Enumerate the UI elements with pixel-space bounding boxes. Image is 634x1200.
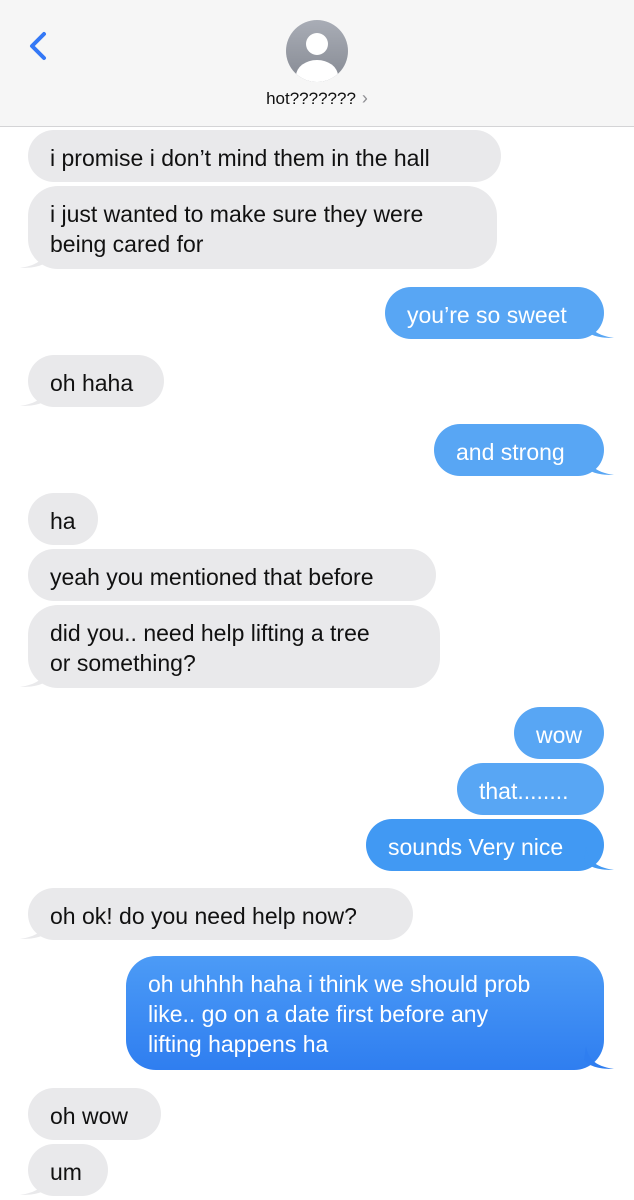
message-text: that........ [479, 778, 569, 804]
message-text: did you.. need help lifting a tree or so… [50, 620, 370, 676]
bubble-tail [20, 245, 50, 268]
bubble-tail [20, 1172, 50, 1195]
message-bubble-outgoing[interactable]: and strong [434, 424, 604, 476]
message-text: you’re so sweet [407, 302, 567, 328]
message-bubble-outgoing[interactable]: that........ [457, 763, 604, 815]
message-text: yeah you mentioned that before [50, 564, 374, 590]
message-text: oh haha [50, 370, 134, 396]
message-thread: i promise i don’t mind them in the hall … [0, 0, 634, 1200]
message-text: i promise i don’t mind them in the hall [50, 145, 430, 171]
message-bubble-outgoing[interactable]: wow [514, 707, 604, 759]
message-bubble-incoming[interactable]: did you.. need help lifting a tree or so… [28, 605, 440, 688]
message-bubble-outgoing[interactable]: sounds Very nice [366, 819, 604, 871]
message-text: wow [536, 722, 583, 748]
bubble-tail [584, 847, 614, 870]
message-bubble-incoming[interactable]: ha [28, 493, 98, 545]
message-bubble-incoming[interactable]: i promise i don’t mind them in the hall [28, 130, 501, 182]
message-text: sounds Very nice [388, 834, 564, 860]
message-bubble-incoming[interactable]: oh ok! do you need help now? [28, 888, 413, 940]
bubble-tail [20, 916, 50, 939]
bubble-tail [584, 452, 614, 475]
message-bubble-outgoing[interactable]: you’re so sweet [385, 287, 604, 339]
bubble-tail [20, 664, 50, 687]
message-text: oh uhhhh haha i think we should prob lik… [148, 971, 531, 1057]
message-text: um [50, 1159, 82, 1185]
message-text: ha [50, 508, 76, 534]
message-bubble-incoming[interactable]: yeah you mentioned that before [28, 549, 436, 601]
bubble-tail [584, 315, 614, 338]
message-text: i just wanted to make sure they were bei… [50, 201, 424, 257]
bubble-tail [20, 383, 50, 406]
message-text: oh wow [50, 1103, 128, 1129]
message-text: and strong [456, 439, 565, 465]
message-bubble-incoming[interactable]: i just wanted to make sure they were bei… [28, 186, 497, 269]
bubble-tail [584, 1046, 614, 1069]
message-bubble-incoming[interactable]: oh wow [28, 1088, 161, 1140]
message-bubble-outgoing[interactable]: oh uhhhh haha i think we should prob lik… [126, 956, 604, 1070]
message-text: oh ok! do you need help now? [50, 903, 357, 929]
